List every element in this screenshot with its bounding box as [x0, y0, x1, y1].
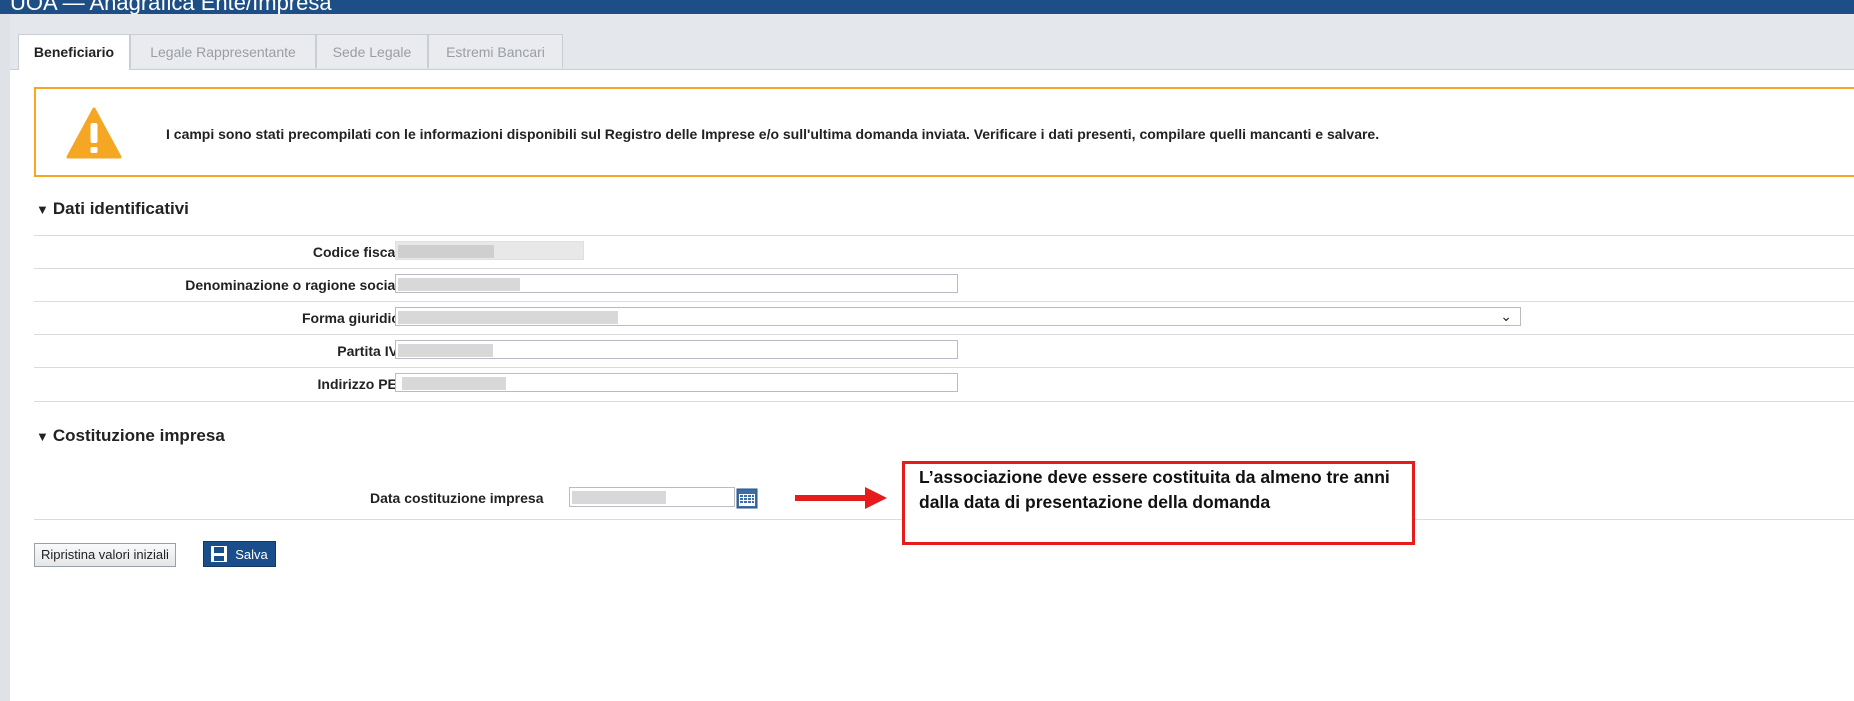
- pec-label: Indirizzo PEC: [317, 376, 407, 392]
- section-costituzione-impresa[interactable]: ▼ Costituzione impresa: [36, 426, 225, 446]
- warning-text: I campi sono stati precompilati con le i…: [166, 126, 1380, 142]
- save-label: Salva: [235, 547, 268, 562]
- codice-fiscale-label: Codice fiscale: [312, 244, 407, 260]
- denominazione-label: Denominazione o ragione sociale: [185, 277, 407, 293]
- tab-estremi-bancari[interactable]: Estremi Bancari: [428, 34, 563, 68]
- codice-fiscale-field: [395, 241, 584, 260]
- warning-icon: [66, 107, 122, 159]
- floppy-disk-icon: [211, 546, 227, 562]
- section-title: Dati identificativi: [52, 199, 189, 218]
- forma-giuridica-select[interactable]: ⌄: [395, 307, 1521, 326]
- section-dati-identificativi[interactable]: ▼ Dati identificativi: [36, 199, 189, 219]
- tab-legale-rappresentante[interactable]: Legale Rappresentante: [130, 34, 316, 68]
- calendar-icon[interactable]: [736, 487, 758, 509]
- pec-input[interactable]: [395, 373, 958, 392]
- row-partita-iva: Partita IVA: [34, 334, 1854, 368]
- left-gutter: [0, 14, 10, 701]
- collapse-triangle-icon: ▼: [36, 429, 49, 444]
- annotation-callout: L’associazione deve essere costituita da…: [902, 461, 1415, 545]
- row-forma-giuridica: Forma giuridica ⌄: [34, 301, 1854, 335]
- header-title: UOA — Anagrafica Ente/Impresa: [10, 0, 332, 14]
- row-denominazione: Denominazione o ragione sociale: [34, 268, 1854, 302]
- tab-sede-legale[interactable]: Sede Legale: [316, 34, 428, 68]
- warning-box: I campi sono stati precompilati con le i…: [34, 87, 1854, 177]
- annotation-arrow-icon: [795, 487, 887, 509]
- denominazione-input[interactable]: [395, 274, 958, 293]
- app-header: UOA — Anagrafica Ente/Impresa: [0, 0, 1854, 14]
- forma-giuridica-label: Forma giuridica: [301, 310, 407, 326]
- tab-bar: Beneficiario Legale Rappresentante Sede …: [10, 14, 1854, 70]
- collapse-triangle-icon: ▼: [36, 202, 49, 217]
- annotation-text: L’associazione deve essere costituita da…: [919, 467, 1390, 512]
- data-costituzione-input[interactable]: [569, 487, 735, 507]
- save-button[interactable]: Salva: [203, 541, 276, 567]
- chevron-down-icon: ⌄: [1500, 308, 1512, 324]
- tab-beneficiario[interactable]: Beneficiario: [18, 34, 130, 70]
- section-title: Costituzione impresa: [52, 426, 225, 445]
- row-pec: Indirizzo PEC: [34, 367, 1854, 402]
- row-codice-fiscale: Codice fiscale: [34, 235, 1854, 269]
- data-costituzione-label: Data costituzione impresa: [370, 490, 544, 506]
- partita-iva-input[interactable]: [395, 340, 958, 359]
- reset-button[interactable]: Ripristina valori iniziali: [34, 543, 176, 567]
